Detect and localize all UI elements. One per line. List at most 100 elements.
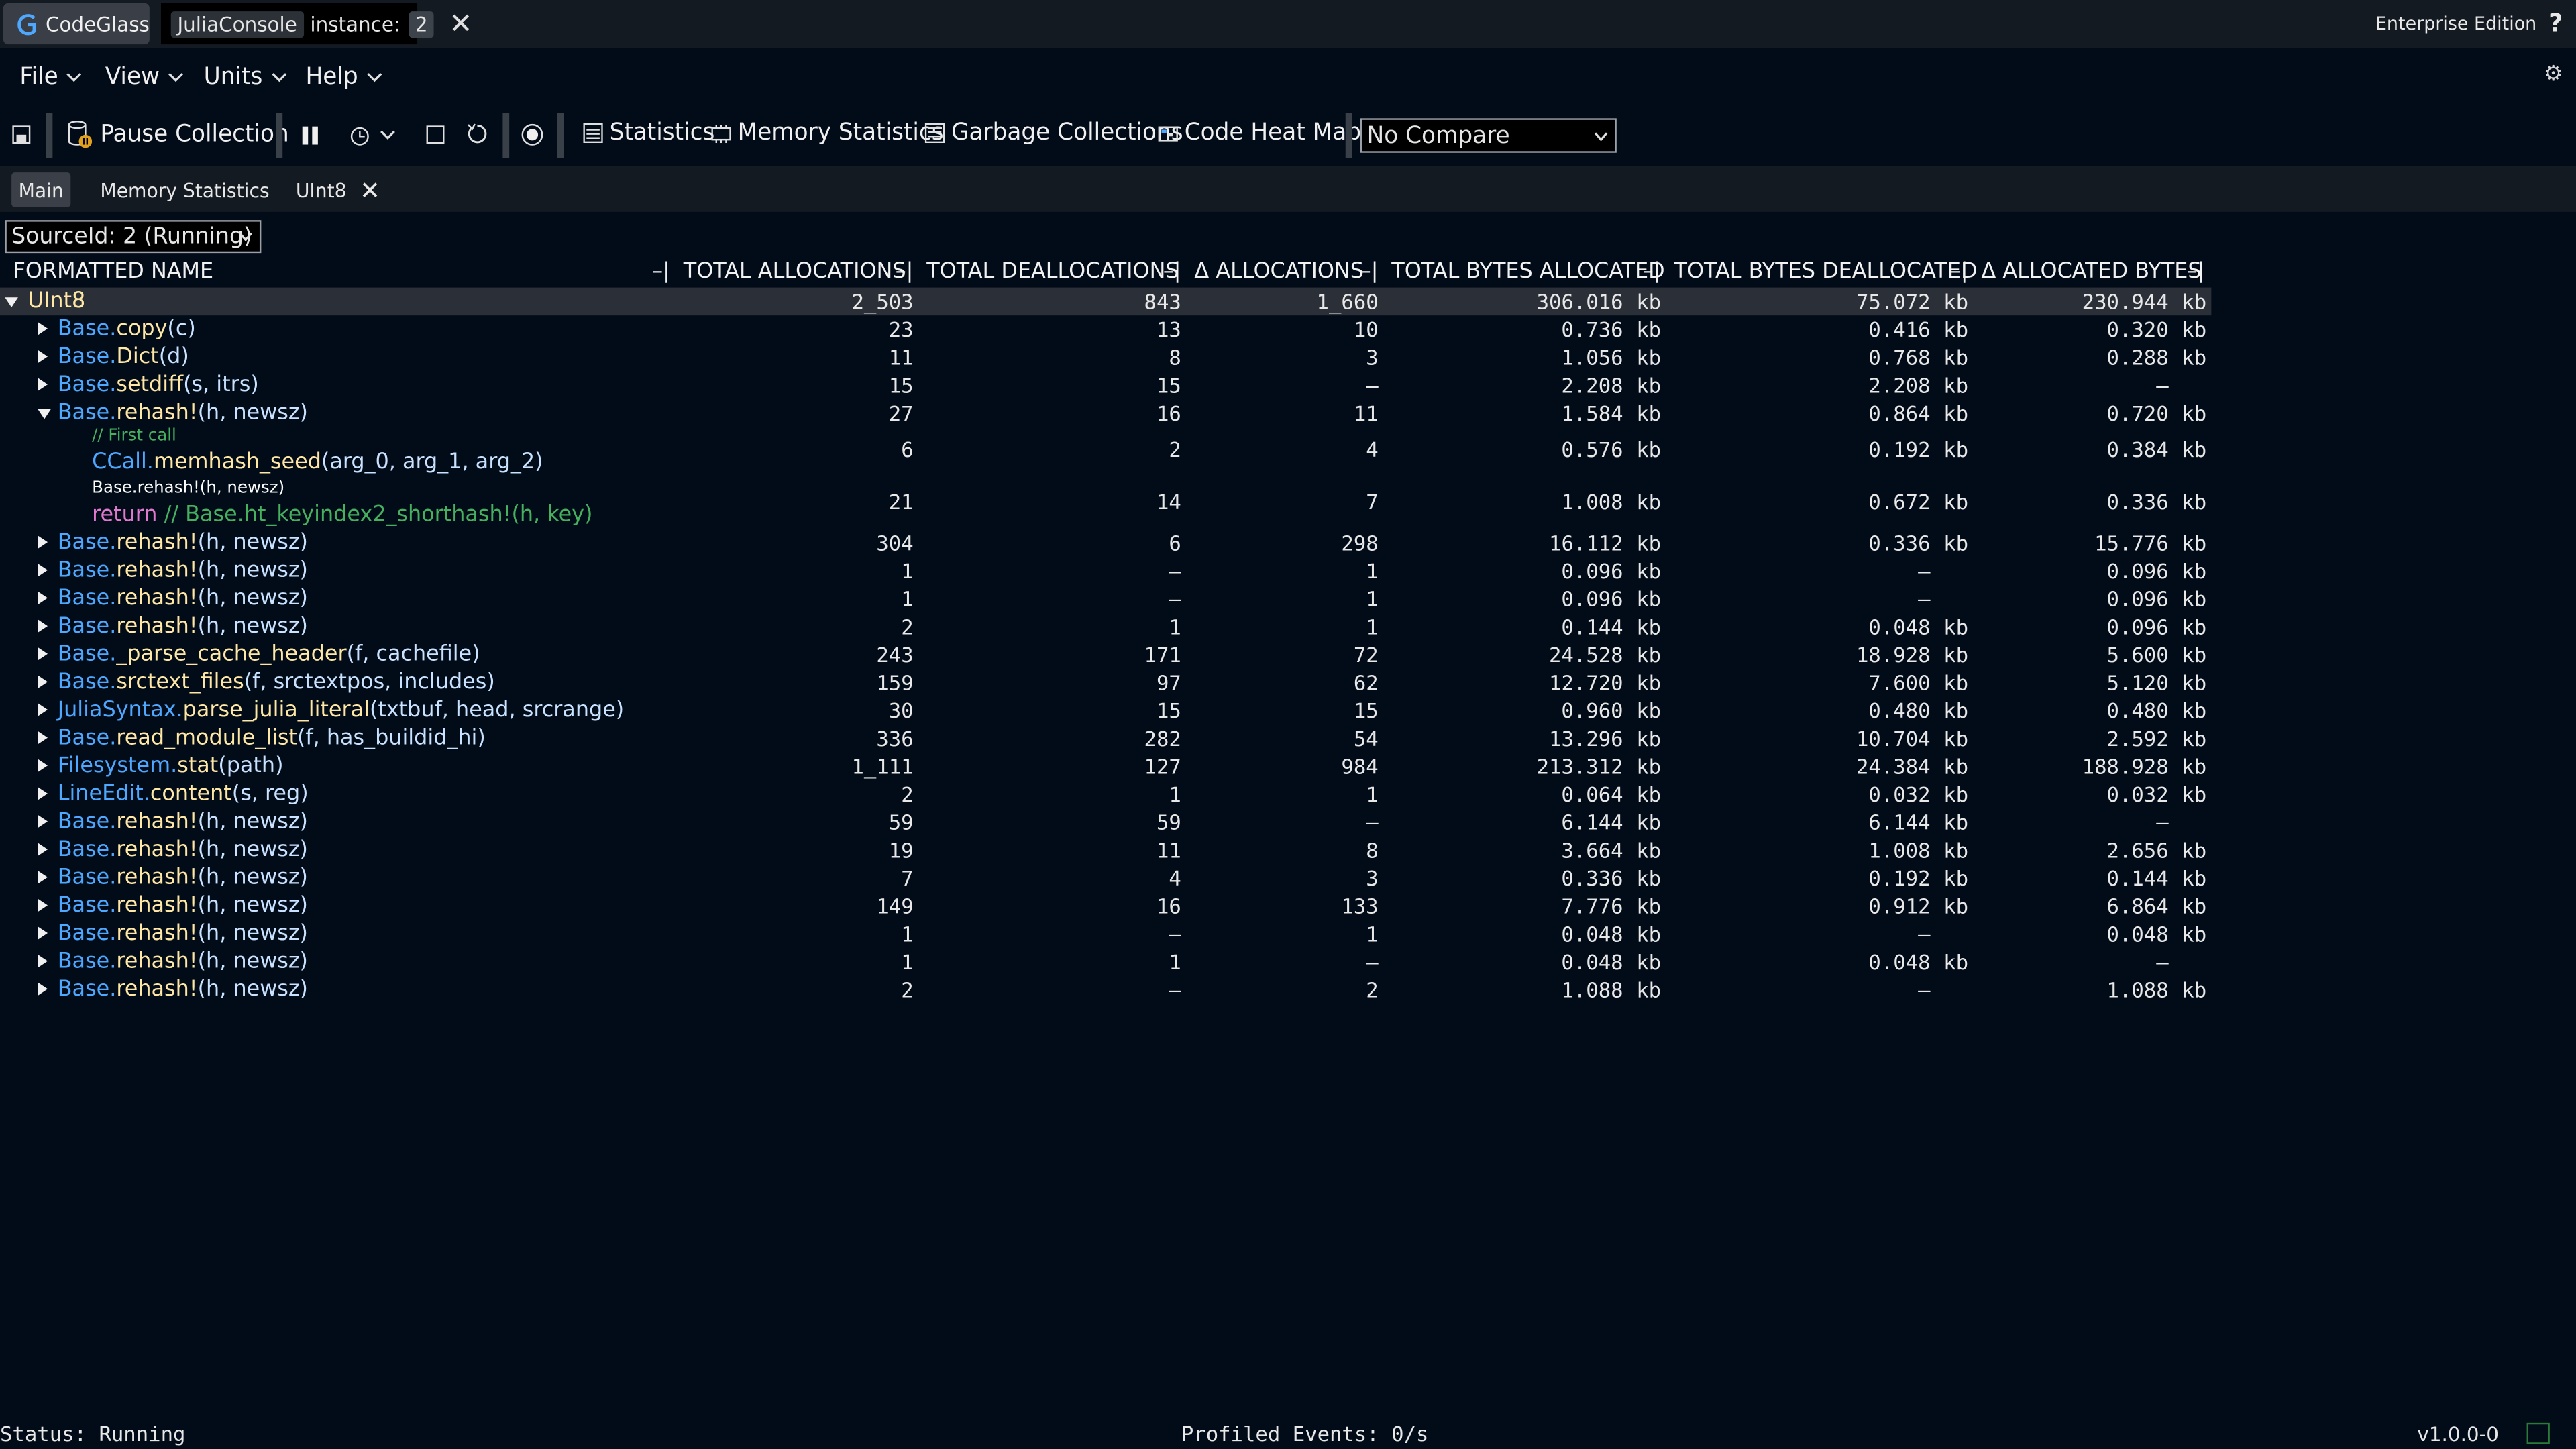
column-resize-handle[interactable]: –| bbox=[896, 260, 914, 284]
expand-triangle-icon[interactable] bbox=[38, 564, 48, 577]
menu-help[interactable]: Help bbox=[306, 64, 383, 91]
expand-triangle-icon[interactable] bbox=[38, 619, 48, 633]
table-row-root[interactable]: UInt8 2_503 843 1_660 306.016 kb 75.072 kb 230.9… bbox=[0, 287, 2212, 316]
expand-triangle-icon[interactable] bbox=[38, 731, 48, 745]
step-dropdown-icon[interactable] bbox=[348, 125, 397, 146]
memory-statistics-button[interactable]: Memory Statistics bbox=[711, 120, 944, 146]
column-resize-handle[interactable]: –| bbox=[652, 260, 670, 284]
column-resize-handle[interactable]: –| bbox=[1360, 260, 1379, 284]
stop-icon[interactable] bbox=[425, 125, 445, 144]
expand-triangle-icon[interactable] bbox=[38, 535, 48, 549]
table-row[interactable]: Base.read_module_list(f, has_buildid_hi)… bbox=[0, 724, 2211, 753]
column-total-bytes-deallocated[interactable]: TOTAL BYTES DEALLOCATED bbox=[1674, 260, 1978, 284]
tab-uint8[interactable]: UInt8 ✕ bbox=[296, 172, 380, 207]
pause-icon[interactable] bbox=[302, 126, 319, 145]
menu-units[interactable]: Units bbox=[204, 64, 287, 91]
console-tab[interactable]: JuliaConsole instance: 2 ✕ bbox=[161, 3, 472, 45]
expand-triangle-icon[interactable] bbox=[38, 870, 48, 884]
cell-dalloc: 15 bbox=[1353, 698, 1379, 723]
table-row[interactable]: LineEdit.content(s, reg) 2 1 1 0.064 kb 0.032 k… bbox=[0, 780, 2211, 808]
collapse-triangle-icon[interactable] bbox=[5, 297, 18, 307]
source-select[interactable]: SourceId: 2 (Running) bbox=[5, 220, 262, 254]
expand-triangle-icon[interactable] bbox=[38, 322, 48, 335]
expand-triangle-icon[interactable] bbox=[38, 926, 48, 940]
table-row[interactable]: Base.rehash!(h, newsz) 59 59 – 6.144 kb 6.144 k… bbox=[0, 808, 2211, 837]
namespace-text: Base. bbox=[57, 670, 117, 695]
help-icon[interactable]: ? bbox=[2548, 8, 2563, 38]
table-row[interactable]: Base._parse_cache_header(f, cachefile) 24… bbox=[0, 641, 2211, 669]
expand-triangle-icon[interactable] bbox=[38, 350, 48, 364]
app-tab[interactable]: CodeGlass bbox=[3, 3, 150, 45]
expand-triangle-icon[interactable] bbox=[38, 703, 48, 716]
compare-select[interactable]: No Compare bbox=[1360, 118, 1617, 153]
expand-triangle-icon[interactable] bbox=[38, 675, 48, 689]
save-icon[interactable] bbox=[11, 125, 31, 144]
tab-uint8-label: UInt8 bbox=[295, 178, 347, 202]
table-row[interactable]: Base.srctext_files(f, srctextpos, includ… bbox=[0, 669, 2211, 697]
close-icon[interactable]: ✕ bbox=[449, 10, 472, 38]
cell-bytes: 213.312 bbox=[1536, 754, 1623, 779]
expand-triangle-icon[interactable] bbox=[38, 647, 48, 661]
record-icon[interactable] bbox=[521, 123, 543, 146]
code-row[interactable]: Base.rehash!(h, newsz) return // Base.ht_… bbox=[0, 478, 2211, 529]
unit-label: kb bbox=[2182, 782, 2207, 807]
table-row[interactable]: Base.copy(c) 23 13 10 0.736 kb 0.416 kb 0.320 kb bbox=[0, 315, 2211, 343]
expand-triangle-icon[interactable] bbox=[38, 982, 48, 996]
unit-label: kb bbox=[1636, 782, 1662, 807]
column-total-bytes-allocated[interactable]: TOTAL BYTES ALLOCATED bbox=[1391, 260, 1664, 284]
column-resize-handle[interactable]: –| bbox=[1163, 260, 1181, 284]
table-row[interactable]: Base.Dict(d) 11 8 3 1.056 kb 0.768 kb 0.288 kb bbox=[0, 343, 2211, 372]
table-row[interactable]: Base.rehash!(h, newsz) 27 16 11 1.584 kb 0.864… bbox=[0, 399, 2211, 427]
close-icon[interactable]: ✕ bbox=[360, 177, 380, 202]
tab-main[interactable]: Main bbox=[11, 172, 71, 207]
gear-icon[interactable]: ⚙ bbox=[2544, 62, 2563, 87]
table-row[interactable]: JuliaSyntax.parse_julia_literal(txtbuf, … bbox=[0, 696, 2211, 724]
collapse-triangle-icon[interactable] bbox=[38, 409, 51, 419]
tab-memory-statistics[interactable]: Memory Statistics bbox=[100, 172, 269, 207]
function-text: rehash! bbox=[116, 949, 198, 975]
column-resize-handle[interactable]: –| bbox=[2187, 260, 2205, 284]
garbage-collections-button[interactable]: Garbage Collections bbox=[924, 120, 1183, 146]
table-row[interactable]: Base.rehash!(h, newsz) 149 16 133 7.776 kb 0.9… bbox=[0, 892, 2211, 920]
column-delta-allocated-bytes[interactable]: Δ ALLOCATED BYTES bbox=[1981, 260, 2201, 284]
table-row[interactable]: Base.rehash!(h, newsz) 1 – 1 0.096 kb – 0.096 kb bbox=[0, 557, 2211, 585]
table-row[interactable]: Base.rehash!(h, newsz) 1 – 1 0.096 kb – 0.096 kb bbox=[0, 585, 2211, 613]
column-resize-handle[interactable]: –| bbox=[1950, 260, 1968, 284]
expand-triangle-icon[interactable] bbox=[38, 843, 48, 856]
cell-dalloc: – bbox=[1366, 949, 1379, 975]
column-formatted-name[interactable]: FORMATTED NAME bbox=[13, 260, 214, 284]
column-resize-handle[interactable]: –| bbox=[1643, 260, 1661, 284]
table-row[interactable]: Base.rehash!(h, newsz) 19 11 8 3.664 kb 1.008 k… bbox=[0, 837, 2211, 865]
cell-dealloc: 1 bbox=[1169, 949, 1181, 975]
table-row[interactable]: Filesystem.stat(path) 1_111 127 984 213.312 k… bbox=[0, 753, 2211, 781]
table-row[interactable]: Base.rehash!(h, newsz) 7 4 3 0.336 kb 0.192 kb 0… bbox=[0, 864, 2211, 892]
table-row[interactable]: Base.rehash!(h, newsz) 1 1 – 0.048 kb 0.048 kb – bbox=[0, 948, 2211, 976]
expand-triangle-icon[interactable] bbox=[38, 898, 48, 912]
column-total-allocations[interactable]: TOTAL ALLOCATIONS bbox=[684, 260, 906, 284]
menu-file[interactable]: File bbox=[19, 64, 83, 91]
cell-alloc: 23 bbox=[888, 317, 914, 342]
pause-collection-button[interactable]: Pause Collection bbox=[66, 120, 289, 150]
table-row[interactable]: Base.rehash!(h, newsz) 2 – 2 1.088 kb – 1.088 kb bbox=[0, 976, 2211, 1004]
cell-alloc: 2 bbox=[901, 977, 914, 1002]
expand-triangle-icon[interactable] bbox=[38, 378, 48, 391]
expand-triangle-icon[interactable] bbox=[38, 954, 48, 968]
table-row[interactable]: Base.rehash!(h, newsz) 2 1 1 0.144 kb 0.048 kb 0… bbox=[0, 612, 2211, 641]
status-check-icon[interactable] bbox=[2526, 1422, 2550, 1444]
table-row[interactable]: Base.setdiff(s, itrs) 15 15 – 2.208 kb 2.208 kb… bbox=[0, 371, 2211, 399]
expand-triangle-icon[interactable] bbox=[38, 591, 48, 605]
expand-triangle-icon[interactable] bbox=[38, 759, 48, 773]
table-row[interactable]: Base.rehash!(h, newsz) 1 – 1 0.048 kb – 0.048 kb bbox=[0, 920, 2211, 948]
menu-view[interactable]: View bbox=[105, 64, 184, 91]
expand-triangle-icon[interactable] bbox=[38, 814, 48, 828]
cell-delta: – bbox=[2156, 949, 2169, 975]
reset-icon[interactable] bbox=[467, 123, 488, 145]
code-row[interactable]: // First call CCall.memhash_seed(arg_0, a… bbox=[0, 427, 2211, 476]
table-row[interactable]: Base.rehash!(h, newsz) 304 6 298 16.112 kb 0.3… bbox=[0, 529, 2211, 557]
statistics-button[interactable]: Statistics bbox=[583, 120, 714, 146]
code-heat-map-button[interactable]: Code Heat Map bbox=[1158, 120, 1361, 146]
column-total-deallocations[interactable]: TOTAL DEALLOCATIONS bbox=[926, 260, 1179, 284]
unit-label: kb bbox=[1943, 317, 1969, 342]
expand-triangle-icon[interactable] bbox=[38, 787, 48, 800]
column-delta-allocations[interactable]: Δ ALLOCATIONS bbox=[1194, 260, 1364, 284]
